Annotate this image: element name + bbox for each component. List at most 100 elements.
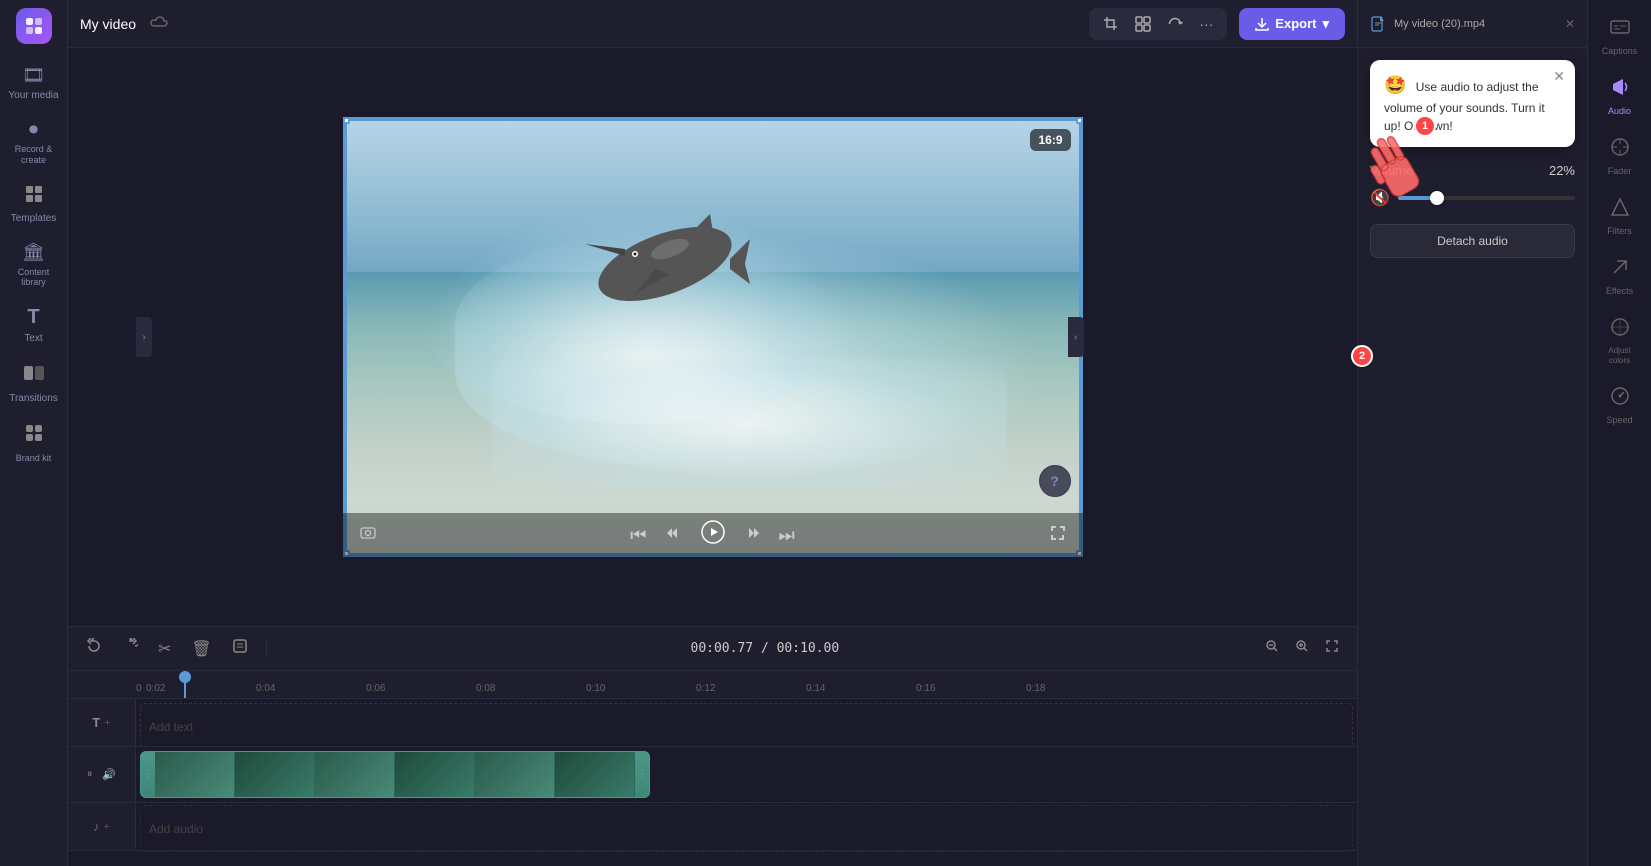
clip-thumb-4 [395,752,475,797]
save-frame-button[interactable] [226,634,254,663]
resize-handle-tr[interactable] [1076,117,1083,124]
playhead[interactable] [184,671,186,698]
crop-tool-button[interactable] [1097,12,1125,36]
detach-audio-button[interactable]: Detach audio [1370,224,1575,258]
ruler-marks: 0 0:02 0:04 0:06 0:08 0:10 0:12 0:14 0:1… [68,671,1134,694]
rewind-button[interactable] [659,520,685,551]
sidebar-item-content-library[interactable]: 🏛 Contentlibrary [0,234,67,297]
audio-track-add-icon: + [104,821,110,833]
delete-button[interactable]: 🗑 [185,635,217,663]
export-chevron-icon: ▾ [1322,16,1329,32]
volume-thumb[interactable] [1430,191,1444,205]
clip-thumb-2 [235,752,315,797]
transitions-icon [23,362,45,389]
ruler-mark-2: 0:02 [144,683,254,694]
audio-panel-label: Audio [1608,106,1631,116]
aspect-ratio-badge: 16:9 [1030,129,1070,151]
ruler-mark-12: 0:12 [694,683,804,694]
redo-button[interactable] [116,634,144,663]
cloud-save-icon[interactable] [148,13,168,34]
tooltip-close-button[interactable]: ✕ [1553,68,1565,85]
right-panel-fader[interactable]: Fader [1588,128,1651,184]
sidebar-item-text[interactable]: T Text [0,298,67,352]
play-pause-button[interactable] [693,516,733,554]
controls-center: ⏮ ⏭ [626,516,798,554]
sidebar-item-record[interactable]: ⏺ Record &create [0,111,67,174]
skip-start-button[interactable]: ⏮ [626,521,650,550]
clip-handle-left[interactable]: ⋮ [141,752,155,797]
right-icon-panel: Captions Audio Fader Filters Effects Adj… [1587,0,1651,866]
more-tools-button[interactable]: ··· [1193,12,1219,36]
audio-track-content[interactable]: Add audio [136,803,1357,850]
toolbar-group: ··· [1089,8,1227,40]
sidebar-item-transitions[interactable]: Transitions [0,354,67,412]
collapse-left-panel-button[interactable]: › [136,317,152,357]
help-button[interactable]: ? [1039,465,1071,497]
track-volume-button[interactable]: 🔊 [99,767,119,782]
sidebar-item-brand[interactable]: Brand kit [0,414,67,472]
video-file-icon [1370,16,1386,32]
right-panel-filters[interactable]: Filters [1588,188,1651,244]
fader-label: Fader [1608,166,1632,176]
right-properties-panel: My video (20).mp4 ✕ 🤩 Use audio to adjus… [1357,0,1587,866]
right-panel-speed[interactable]: Speed [1588,377,1651,433]
app-logo[interactable] [16,8,52,44]
volume-slider[interactable] [1398,196,1575,200]
collapse-panel-button[interactable]: › [1068,317,1084,357]
playhead-handle[interactable] [179,671,191,683]
cut-button[interactable]: ✂ [152,635,177,663]
sidebar-item-your-media[interactable]: 🎞 Your media [0,57,67,109]
properties-panel-content: 🤩 Use audio to adjust the volume of your… [1358,48,1587,866]
video-frame[interactable] [343,117,1083,557]
skip-end-button[interactable]: ⏭ [775,521,799,550]
content-library-icon: 🏛 [22,242,45,263]
dolphin-graphic [565,184,765,344]
volume-value: 22% [1549,163,1575,178]
clip-left-handle-icon: ⋮ [143,769,153,780]
panel-close-button[interactable]: ✕ [1565,17,1575,31]
clip-thumb-6 [555,752,635,797]
top-bar: My video ··· Export ▾ [68,0,1357,48]
right-panel-adjust-colors[interactable]: Adjustcolors [1588,308,1651,373]
captions-icon [1609,16,1631,43]
undo-button[interactable] [80,634,108,663]
filters-icon [1609,196,1631,223]
text-track-content[interactable]: Add text [136,699,1357,746]
right-panel-effects[interactable]: Effects [1588,248,1651,304]
zoom-in-button[interactable] [1289,635,1315,662]
forward-button[interactable] [741,520,767,551]
zoom-out-button[interactable] [1259,635,1285,662]
fullscreen-button[interactable] [1045,520,1071,551]
effects-icon [1609,256,1631,283]
audio-track-icon: ♪ [93,819,100,834]
audio-panel-icon [1609,76,1631,103]
audio-track-row: ♪ + Add audio [68,803,1357,851]
resize-handle-tl[interactable] [343,117,350,124]
speed-label: Speed [1606,415,1632,425]
audio-tooltip: 🤩 Use audio to adjust the volume of your… [1370,60,1575,147]
layout-tool-button[interactable] [1129,12,1157,36]
controls-right [1045,520,1071,551]
tracks-container: T + Add text [68,699,1357,866]
volume-control: 🔇 [1370,188,1575,208]
rotate-tool-button[interactable] [1161,12,1189,36]
video-controls-bar: ⏮ ⏭ [343,513,1083,557]
sidebar-item-templates[interactable]: Templates [0,176,67,232]
right-panel-audio[interactable]: Audio [1588,68,1651,124]
track-lock-button[interactable]: ⏸ [84,767,96,782]
filters-label: Filters [1607,226,1632,236]
timeline-time-display: 00:00.77 / 00:10.00 [279,641,1251,656]
text-track-row: T + Add text [68,699,1357,747]
right-panel-captions[interactable]: Captions [1588,8,1651,64]
record-icon: ⏺ [29,119,38,140]
video-clip[interactable]: ⋮ [140,751,650,798]
clip-handle-right[interactable]: ⋮ [635,752,649,797]
video-track-content[interactable]: ⋮ [136,747,1357,802]
expand-timeline-button[interactable] [1319,635,1345,662]
text-track-add-icon: + [104,717,110,729]
screenshot-button[interactable] [355,520,381,551]
ruler-mark-18: 0:18 [1024,683,1134,694]
audio-track-label: ♪ + [68,803,136,850]
export-button[interactable]: Export ▾ [1239,8,1345,40]
your-media-icon: 🎞 [22,65,45,86]
